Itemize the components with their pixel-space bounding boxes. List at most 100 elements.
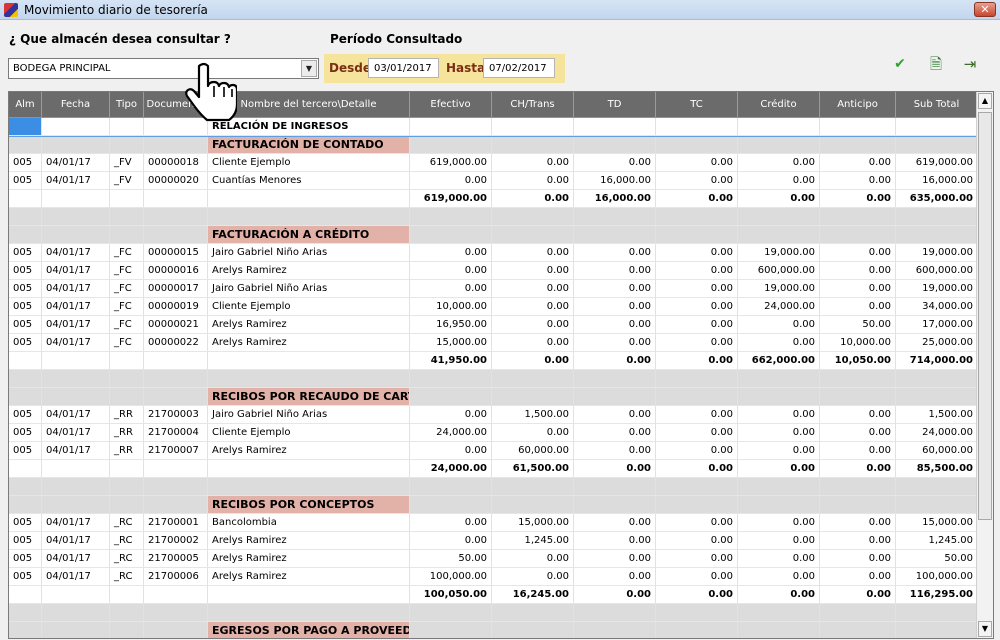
cell-fecha <box>42 190 110 208</box>
section-row[interactable]: RECIBOS POR CONCEPTOS <box>9 496 978 514</box>
column-header-tc[interactable]: TC <box>656 92 738 118</box>
cell-subtotal <box>896 370 978 388</box>
table-row[interactable]: 005 04/01/17 _FC 00000017 Jairo Gabriel Niño… <box>9 280 978 298</box>
table-row[interactable]: 005 04/01/17 _FC 00000019 Cliente Ejemplo 10,… <box>9 298 978 316</box>
cell-fecha: 04/01/17 <box>42 334 110 352</box>
grid-body: RELACIÓN DE INGRESOS FACTURACIÓN DE CONTA… <box>9 117 979 638</box>
column-header-tipo[interactable]: Tipo <box>110 92 144 118</box>
scroll-up-icon[interactable]: ▲ <box>978 93 992 109</box>
cell-alm: 005 <box>9 424 42 442</box>
cell-tc: 0.00 <box>656 172 738 190</box>
column-header-efectivo[interactable]: Efectivo <box>410 92 492 118</box>
treasury-grid[interactable]: Alm Fecha Tipo Documento Nombre del tercero\… <box>8 91 994 639</box>
cell-anticipo: 0.00 <box>820 568 896 586</box>
cell-documento <box>144 460 208 478</box>
cell-td: 0.00 <box>574 406 656 424</box>
table-row[interactable]: 005 04/01/17 _RR 21700004 Cliente Ejemplo 24,… <box>9 424 978 442</box>
cell-efectivo <box>410 370 492 388</box>
column-header-alm[interactable]: Alm <box>9 92 42 118</box>
cell-credito <box>738 604 820 622</box>
column-header-td[interactable]: TD <box>574 92 656 118</box>
cell-tipo: _RR <box>110 424 144 442</box>
column-header-detalle[interactable]: Nombre del tercero\Detalle <box>208 92 410 118</box>
hasta-date-field[interactable]: 07/02/2017 <box>483 58 555 78</box>
cell-documento <box>144 208 208 226</box>
exit-icon[interactable]: ⇥ <box>960 54 980 74</box>
total-row[interactable]: 41,950.00 0.00 0.00 0.00 662,000.00 10,050.00… <box>9 352 978 370</box>
cell-td <box>574 136 656 154</box>
title-row[interactable]: RELACIÓN DE INGRESOS <box>9 117 979 137</box>
table-row[interactable] <box>9 604 978 622</box>
table-row[interactable]: 005 04/01/17 _FC 00000016 Arelys Ramirez 0.00… <box>9 262 978 280</box>
total-row[interactable]: 619,000.00 0.00 16,000.00 0.00 0.00 0.00 635,0… <box>9 190 978 208</box>
scroll-thumb[interactable] <box>978 112 992 520</box>
cell-tc: 0.00 <box>656 244 738 262</box>
column-header-fecha[interactable]: Fecha <box>42 92 110 118</box>
store-select[interactable]: BODEGA PRINCIPAL ▼ <box>8 58 319 79</box>
cell-documento: 00000016 <box>144 262 208 280</box>
cell-alm: 005 <box>9 244 42 262</box>
checkmark-icon[interactable]: ✔ <box>890 54 910 74</box>
cell-ch-trans: 0.00 <box>492 424 574 442</box>
column-header-credito[interactable]: Crédito <box>738 92 820 118</box>
section-row[interactable]: FACTURACIÓN A CRÉDITO <box>9 226 978 244</box>
cell-alm <box>9 478 42 496</box>
table-row[interactable]: 005 04/01/17 _FV 00000020 Cuantías Menores 0.… <box>9 172 978 190</box>
cell-fecha: 04/01/17 <box>42 442 110 460</box>
cell-tipo <box>110 352 144 370</box>
table-row[interactable]: 005 04/01/17 _RC 21700006 Arelys Ramirez 100,… <box>9 568 978 586</box>
cell-tipo: _FC <box>110 280 144 298</box>
cell-detalle <box>208 460 410 478</box>
column-header-ch-trans[interactable]: CH/Trans <box>492 92 574 118</box>
table-row[interactable] <box>9 478 978 496</box>
cell-credito: 0.00 <box>738 154 820 172</box>
table-row[interactable]: 005 04/01/17 _RC 21700001 Bancolombia 0.00 15,… <box>9 514 978 532</box>
column-header-subtotal[interactable]: Sub Total <box>896 92 978 118</box>
cell-efectivo <box>410 622 492 638</box>
cell-detalle <box>208 352 410 370</box>
cell-documento <box>144 496 208 514</box>
section-row[interactable]: EGRESOS POR PAGO A PROVEEDO <box>9 622 978 638</box>
section-row[interactable]: FACTURACIÓN DE CONTADO <box>9 136 978 154</box>
cell-ch-trans <box>492 622 574 638</box>
cell-subtotal <box>896 208 978 226</box>
cell-detalle: Arelys Ramirez <box>208 550 410 568</box>
cell-subtotal: 714,000.00 <box>896 352 978 370</box>
table-row[interactable]: 005 04/01/17 _RR 21700003 Jairo Gabriel Niño… <box>9 406 978 424</box>
close-button[interactable]: ✕ <box>974 2 996 17</box>
column-header-anticipo[interactable]: Anticipo <box>820 92 896 118</box>
cell-tc <box>656 136 738 154</box>
cell-credito <box>738 226 820 244</box>
chevron-down-icon[interactable]: ▼ <box>301 60 317 77</box>
cell-ch-trans: 0.00 <box>492 298 574 316</box>
table-row[interactable]: 005 04/01/17 _FV 00000018 Cliente Ejemplo 619… <box>9 154 978 172</box>
cell-subtotal <box>896 496 978 514</box>
total-row[interactable]: 24,000.00 61,500.00 0.00 0.00 0.00 0.00 85,500… <box>9 460 978 478</box>
total-row[interactable]: 100,050.00 16,245.00 0.00 0.00 0.00 0.00 116,2… <box>9 586 978 604</box>
table-row[interactable] <box>9 370 978 388</box>
cell-subtotal: 600,000.00 <box>896 262 978 280</box>
cell-tc: 0.00 <box>656 406 738 424</box>
cell-credito: 662,000.00 <box>738 352 820 370</box>
cell-documento: 00000017 <box>144 280 208 298</box>
table-row[interactable]: 005 04/01/17 _RR 21700007 Arelys Ramirez 0.00… <box>9 442 978 460</box>
table-row[interactable]: 005 04/01/17 _FC 00000021 Arelys Ramirez 16,9… <box>9 316 978 334</box>
scroll-down-icon[interactable]: ▼ <box>978 621 992 637</box>
cell-efectivo: 24,000.00 <box>410 424 492 442</box>
table-row[interactable] <box>9 208 978 226</box>
vertical-scrollbar[interactable]: ▲ ▼ <box>976 92 993 638</box>
desde-date-field[interactable]: 03/01/2017 <box>368 58 439 78</box>
cell-credito: 0.00 <box>738 190 820 208</box>
section-row[interactable]: RECIBOS POR RECAUDO DE CARTE <box>9 388 978 406</box>
export-icon[interactable]: 🗎 <box>926 54 946 74</box>
cell-td: 0.00 <box>574 262 656 280</box>
table-row[interactable]: 005 04/01/17 _FC 00000022 Arelys Ramirez 15,0… <box>9 334 978 352</box>
cell-efectivo: 15,000.00 <box>410 334 492 352</box>
cell-alm <box>9 208 42 226</box>
cell-documento: 00000022 <box>144 334 208 352</box>
cell-fecha: 04/01/17 <box>42 154 110 172</box>
table-row[interactable]: 005 04/01/17 _RC 21700005 Arelys Ramirez 50.0… <box>9 550 978 568</box>
table-row[interactable]: 005 04/01/17 _FC 00000015 Jairo Gabriel Niño… <box>9 244 978 262</box>
table-row[interactable]: 005 04/01/17 _RC 21700002 Arelys Ramirez 0.00… <box>9 532 978 550</box>
cell-subtotal: 1,245.00 <box>896 532 978 550</box>
